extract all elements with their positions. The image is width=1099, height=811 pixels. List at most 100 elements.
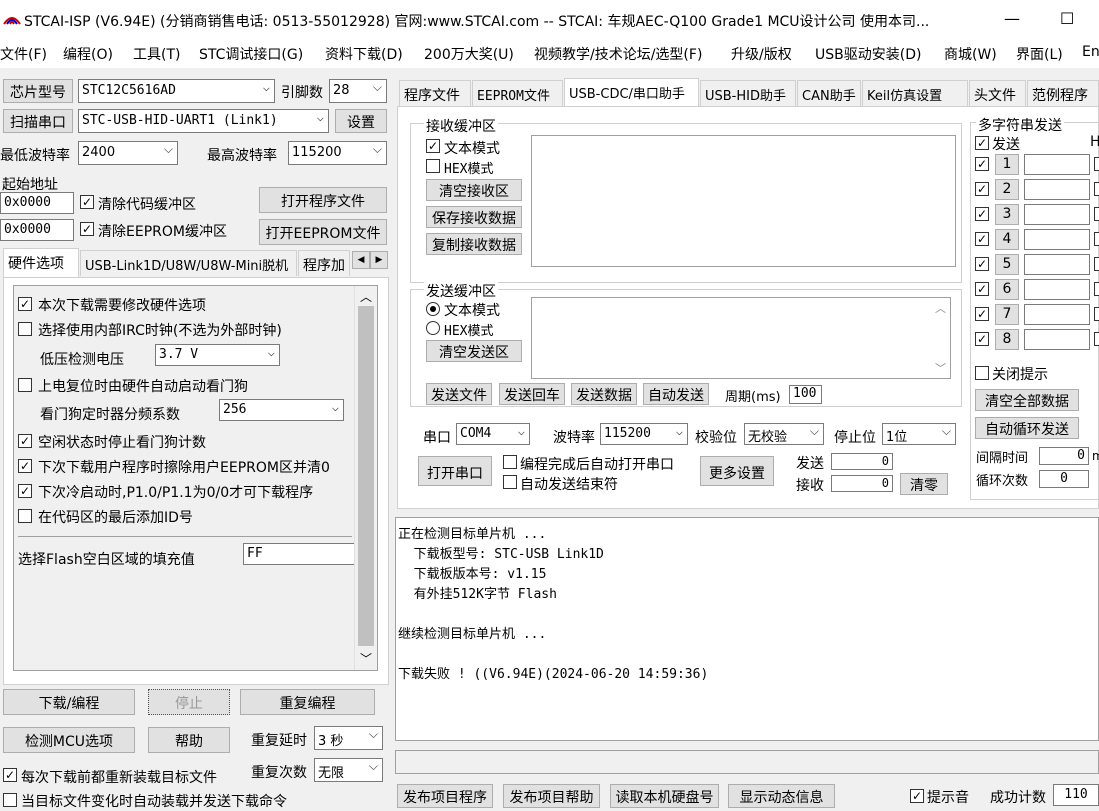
- multi-row-hex-checkbox[interactable]: [1094, 332, 1099, 346]
- menu-english[interactable]: En: [1082, 44, 1099, 60]
- multi-row-input[interactable]: [1024, 154, 1090, 175]
- multi-row-input[interactable]: [1024, 254, 1090, 275]
- tab-examples[interactable]: 范例程序: [1027, 80, 1099, 106]
- tab-program-file[interactable]: 程序文件: [399, 80, 471, 106]
- multi-row-hex-checkbox[interactable]: [1094, 307, 1099, 321]
- tab-usb-link-offline[interactable]: USB-Link1D/U8W/U8W-Mini脱机: [80, 250, 297, 276]
- multi-row-input[interactable]: [1024, 304, 1090, 325]
- tab-program-add[interactable]: 程序加: [298, 250, 350, 276]
- modify-hw-checkbox[interactable]: ✓: [18, 297, 32, 311]
- internal-irc-checkbox[interactable]: [18, 322, 32, 336]
- options-scrollbar[interactable]: ︿ ﹀: [354, 286, 377, 670]
- clear-send-button[interactable]: 清空发送区: [426, 340, 522, 362]
- cold-boot-checkbox[interactable]: ✓: [18, 484, 32, 498]
- open-eeprom-file-button[interactable]: 打开EEPROM文件: [259, 219, 387, 245]
- scroll-down-icon[interactable]: ﹀: [935, 360, 946, 376]
- send-hex-mode-radio[interactable]: [426, 321, 440, 335]
- check-mcu-options-button[interactable]: 检测MCU选项: [3, 727, 135, 753]
- chip-model-select[interactable]: STC12C5616AD ⌵: [78, 79, 275, 103]
- loop-count-input[interactable]: 0: [1039, 470, 1089, 488]
- multi-row-checkbox[interactable]: ✓: [975, 307, 989, 321]
- period-input[interactable]: 100: [789, 385, 822, 404]
- multi-row-checkbox[interactable]: ✓: [975, 207, 989, 221]
- stop-bits-select[interactable]: 1位 ⌵: [882, 423, 956, 445]
- clear-count-button[interactable]: 清零: [900, 473, 948, 495]
- multi-row-checkbox[interactable]: ✓: [975, 282, 989, 296]
- tab-header-file[interactable]: 头文件: [969, 80, 1026, 106]
- baud-select[interactable]: 115200 ⌵: [600, 423, 688, 445]
- fill-value-select[interactable]: FF⌵: [243, 543, 368, 565]
- recv-text-mode-checkbox[interactable]: ✓: [426, 139, 440, 153]
- settings-button[interactable]: 设置: [335, 109, 387, 133]
- tab-eeprom-file[interactable]: EEPROM文件: [472, 80, 563, 106]
- menu-prize[interactable]: 200万大奖(U): [424, 44, 514, 64]
- menu-tools[interactable]: 工具(T): [133, 44, 180, 64]
- serial-port-select[interactable]: COM4 ⌵: [456, 423, 530, 445]
- wdt-auto-checkbox[interactable]: [18, 378, 32, 392]
- multi-row-input[interactable]: [1024, 179, 1090, 200]
- show-dynamic-info-button[interactable]: 显示动态信息: [728, 784, 835, 808]
- multi-send-checkbox[interactable]: ✓: [975, 136, 989, 150]
- clear-eeprom-checkbox[interactable]: ✓: [80, 222, 94, 236]
- menu-usb-driver[interactable]: USB驱动安装(D): [815, 44, 921, 64]
- multi-row-checkbox[interactable]: ✓: [975, 257, 989, 271]
- menu-file[interactable]: 文件(F): [0, 44, 47, 64]
- tab-can[interactable]: CAN助手: [797, 80, 861, 106]
- multi-row-send-button[interactable]: 7: [995, 304, 1019, 325]
- add-id-checkbox[interactable]: [18, 509, 32, 523]
- multi-row-send-button[interactable]: 6: [995, 279, 1019, 300]
- publish-help-button[interactable]: 发布项目帮助: [503, 784, 600, 808]
- interval-input[interactable]: 0: [1039, 447, 1089, 465]
- publish-program-button[interactable]: 发布项目程序: [397, 784, 493, 808]
- multi-row-hex-checkbox[interactable]: [1094, 232, 1099, 246]
- menu-download[interactable]: 资料下载(D): [325, 44, 403, 64]
- tab-scroll-right-icon[interactable]: ▶: [370, 251, 388, 269]
- receive-textarea[interactable]: [531, 135, 956, 267]
- scroll-down-icon[interactable]: ﹀: [360, 650, 372, 667]
- multi-row-hex-checkbox[interactable]: [1094, 282, 1099, 296]
- sound-checkbox[interactable]: ✓: [910, 789, 924, 803]
- multi-row-input[interactable]: [1024, 229, 1090, 250]
- auto-loop-send-button[interactable]: 自动循环发送: [975, 417, 1079, 439]
- chip-model-button[interactable]: 芯片型号: [3, 79, 73, 103]
- send-file-button[interactable]: 发送文件: [426, 383, 492, 405]
- reload-file-checkbox[interactable]: ✓: [3, 768, 17, 782]
- send-cr-button[interactable]: 发送回车: [499, 383, 565, 405]
- more-settings-button[interactable]: 更多设置: [700, 456, 774, 486]
- min-baud-select[interactable]: 2400 ⌵: [78, 141, 178, 165]
- open-port-button[interactable]: 打开串口: [418, 456, 492, 486]
- auto-end-checkbox[interactable]: [503, 475, 517, 489]
- close-tip-checkbox[interactable]: [975, 366, 989, 380]
- scan-port-button[interactable]: 扫描串口: [3, 109, 73, 133]
- multi-row-hex-checkbox[interactable]: [1094, 257, 1099, 271]
- recv-hex-mode-checkbox[interactable]: [426, 159, 440, 173]
- tab-usb-hid[interactable]: USB-HID助手: [700, 80, 796, 106]
- multi-row-send-button[interactable]: 2: [995, 179, 1019, 200]
- lvd-select[interactable]: 3.7 V ⌵: [155, 344, 280, 366]
- tab-hardware-options[interactable]: 硬件选项: [3, 248, 79, 277]
- multi-row-hex-checkbox[interactable]: [1094, 157, 1099, 171]
- repeat-count-select[interactable]: 无限 ⌵: [314, 758, 383, 782]
- scroll-up-icon[interactable]: ︿: [935, 300, 946, 316]
- multi-row-input[interactable]: [1024, 329, 1090, 350]
- menu-program[interactable]: 编程(O): [63, 44, 113, 64]
- download-program-button[interactable]: 下载/编程: [3, 689, 135, 715]
- menu-shop[interactable]: 商城(W): [944, 44, 997, 64]
- erase-eeprom-checkbox[interactable]: ✓: [18, 459, 32, 473]
- repeat-program-button[interactable]: 重复编程: [240, 689, 375, 715]
- idle-stop-wdt-checkbox[interactable]: ✓: [18, 434, 32, 448]
- parity-select[interactable]: 无校验 ⌵: [744, 423, 824, 445]
- multi-row-input[interactable]: [1024, 204, 1090, 225]
- tab-usb-cdc-serial[interactable]: USB-CDC/串口助手: [564, 78, 699, 107]
- tab-keil-emulation[interactable]: Keil仿真设置: [862, 80, 968, 106]
- clear-all-data-button[interactable]: 清空全部数据: [975, 389, 1079, 411]
- auto-send-button[interactable]: 自动发送: [643, 383, 709, 405]
- read-disk-id-button[interactable]: 读取本机硬盘号: [610, 784, 719, 808]
- multi-row-checkbox[interactable]: ✓: [975, 182, 989, 196]
- send-textarea[interactable]: ︿ ﹀: [531, 297, 951, 379]
- minimize-button[interactable]: —: [1004, 9, 1020, 28]
- port-select[interactable]: STC-USB-HID-UART1 (Link1) ⌵: [78, 109, 329, 133]
- multi-row-send-button[interactable]: 4: [995, 229, 1019, 250]
- multi-row-send-button[interactable]: 1: [995, 154, 1019, 175]
- stop-button[interactable]: 停止: [148, 689, 230, 715]
